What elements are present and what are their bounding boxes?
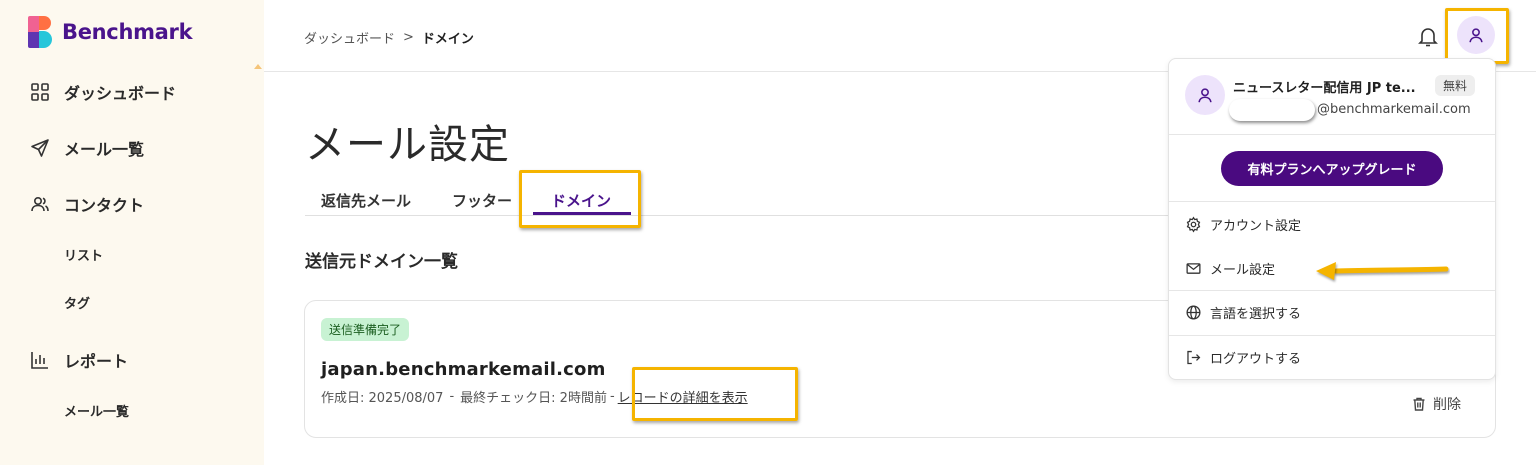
section-title: 送信元ドメイン一覧 xyxy=(305,252,458,272)
upgrade-plan-button[interactable]: 有料プランへアップグレード xyxy=(1221,151,1443,186)
tab-footer[interactable]: フッター xyxy=(452,190,512,211)
logout-icon xyxy=(1187,350,1201,365)
created-date: 作成日: 2025/08/07 xyxy=(321,391,444,406)
sidebar-item-emails[interactable]: メール一覧 xyxy=(30,136,144,160)
menu-item-label: ログアウトする xyxy=(1210,352,1302,367)
sidebar-item-reports[interactable]: レポート xyxy=(30,348,128,372)
globe-icon xyxy=(1186,305,1201,320)
sidebar-item-label: レポート xyxy=(64,352,129,371)
sidebar-subitem-report-emails[interactable]: メール一覧 xyxy=(64,401,129,420)
menu-item-language[interactable]: 言語を選択する xyxy=(1185,303,1301,322)
highlight-box-domain-tab xyxy=(519,170,641,228)
tab-reply-to[interactable]: 返信先メール xyxy=(321,190,411,211)
status-badge: 送信準備完了 xyxy=(321,318,410,341)
breadcrumb-separator: > xyxy=(403,30,414,45)
delete-label: 削除 xyxy=(1433,397,1461,413)
mail-icon xyxy=(1186,263,1201,274)
benchmark-logo-icon xyxy=(28,16,54,48)
sidebar-item-dashboard[interactable]: ダッシュボード xyxy=(30,80,176,104)
last-check: 最終チェック日: 2時間前 xyxy=(460,391,607,406)
delete-button[interactable]: 削除 xyxy=(1411,394,1461,414)
divider xyxy=(1169,290,1495,291)
grid-icon xyxy=(31,83,49,101)
divider xyxy=(1169,134,1495,135)
redacted-email-mask xyxy=(1229,99,1315,121)
page-title: メール設定 xyxy=(305,122,510,168)
collapse-caret-icon[interactable] xyxy=(254,64,262,69)
breadcrumb-parent[interactable]: ダッシュボード xyxy=(304,28,395,47)
menu-item-label: 言語を選択する xyxy=(1210,307,1302,322)
logo[interactable]: Benchmark xyxy=(28,16,193,48)
sidebar-item-label: メール一覧 xyxy=(64,140,145,159)
sidebar-subitem-tags[interactable]: タグ xyxy=(64,293,90,312)
meta-separator: - xyxy=(449,389,455,404)
sidebar-item-contacts[interactable]: コンタクト xyxy=(30,192,144,216)
plan-badge: 無料 xyxy=(1435,75,1476,96)
domain-name: japan.benchmarkemail.com xyxy=(321,359,606,380)
divider xyxy=(1169,335,1495,336)
users-icon xyxy=(31,196,49,212)
user-dropdown-menu: ニュースレター配信用 JP te... 無料 @benchmarkemail.c… xyxy=(1168,58,1496,380)
trash-icon xyxy=(1413,397,1425,411)
account-name: ニュースレター配信用 JP te... xyxy=(1233,81,1416,96)
breadcrumb: ダッシュボード > ドメイン xyxy=(304,28,474,47)
logo-text: Benchmark xyxy=(62,20,193,44)
menu-item-label: アカウント設定 xyxy=(1210,219,1302,234)
account-email: @benchmarkemail.com xyxy=(1317,102,1471,117)
sidebar-item-label: コンタクト xyxy=(64,196,145,215)
menu-item-logout[interactable]: ログアウトする xyxy=(1185,348,1301,367)
send-icon xyxy=(31,139,49,157)
menu-item-mail-settings[interactable]: メール設定 xyxy=(1185,259,1275,278)
highlight-box-details-link xyxy=(632,367,798,421)
sidebar-item-label: ダッシュボード xyxy=(64,84,177,103)
sidebar-subitem-list[interactable]: リスト xyxy=(64,245,103,264)
divider xyxy=(1169,201,1495,202)
sidebar: Benchmark ダッシュボード メール一覧 コンタクト リスト タグ レポー… xyxy=(0,0,264,465)
menu-item-account-settings[interactable]: アカウント設定 xyxy=(1185,215,1301,234)
user-icon xyxy=(1198,88,1212,103)
highlight-box-avatar xyxy=(1445,8,1509,64)
gear-icon xyxy=(1186,216,1201,233)
bar-chart-icon xyxy=(31,352,48,369)
breadcrumb-current: ドメイン xyxy=(421,32,474,47)
menu-item-label: メール設定 xyxy=(1210,263,1276,278)
bell-icon[interactable] xyxy=(1416,24,1440,48)
annotation-arrow-icon xyxy=(1316,262,1449,280)
menu-avatar xyxy=(1185,75,1225,115)
